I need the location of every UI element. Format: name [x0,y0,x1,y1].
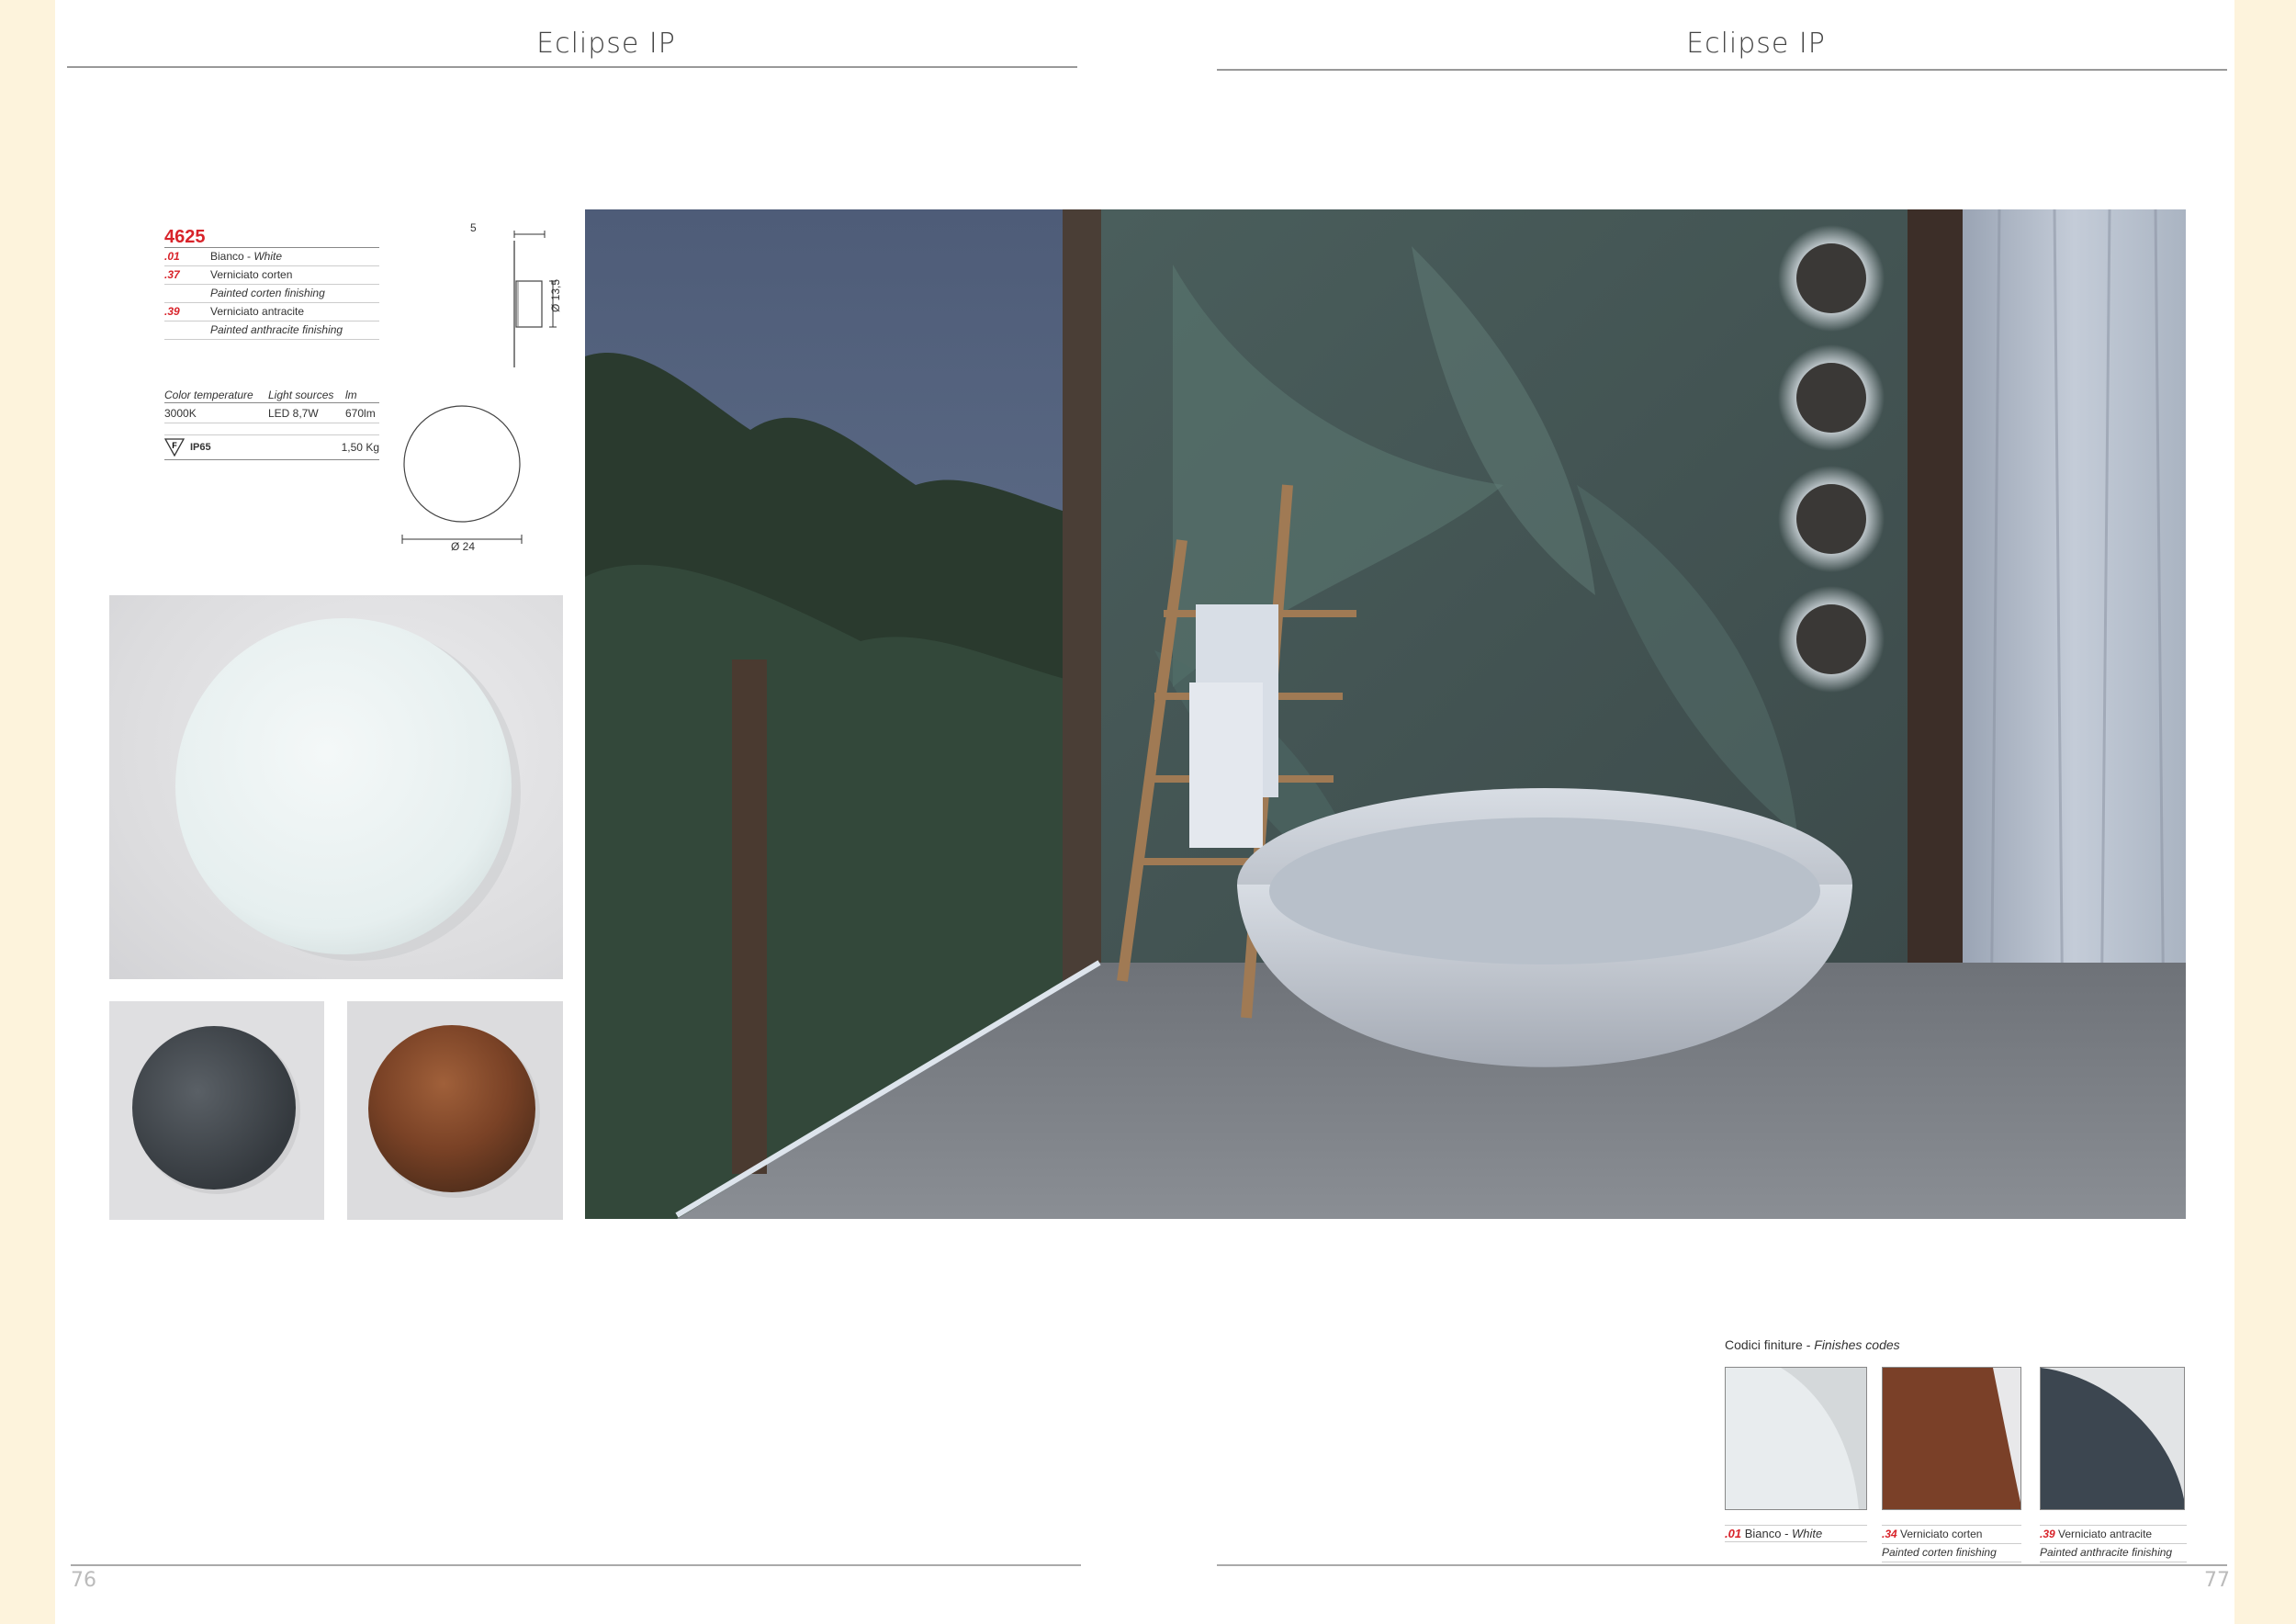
col-light-sources: Light sources [268,389,334,401]
product-spec-table: 4625 .01 Bianco - White .37 Verniciato c… [164,228,379,340]
finish-label-corten: .34 Verniciato corten Painted corten fin… [1882,1525,2021,1562]
technical-value-row: 3000K LED 8,7W 670lm [164,403,379,423]
white-lamp-photo [109,595,563,979]
finish-row: Painted corten finishing [164,285,379,303]
anthracite-lamp-photo [109,1001,324,1220]
finish-en: Painted anthracite finishing [210,323,343,336]
finish-label-white: .01 Bianco - White [1725,1525,1867,1542]
right-page-number: 77 [2204,1569,2230,1592]
finish-code: .39 [164,305,180,318]
corten-lamp-photo [347,1001,563,1220]
f-mark-icon: F [164,438,185,457]
left-page-number: 76 [71,1569,96,1592]
height-dimension: Ø 13,5 [549,278,562,312]
technical-header-row: Color temperature Light sources lm [164,387,379,403]
finish-en: White [253,250,283,263]
depth-dimension: 5 [470,221,477,234]
finish-it: Verniciato antracite [210,305,305,318]
finish-row: .39 Verniciato antracite [164,303,379,321]
finish-row: .01 Bianco - White [164,248,379,266]
right-header-rule [1217,69,2227,71]
white-disc [175,618,521,961]
left-header-rule [67,66,1077,68]
left-footer-rule [71,1564,1081,1566]
svg-text:F: F [172,441,177,450]
col-lm: lm [345,389,357,401]
finish-code: .37 [164,268,180,281]
col-color-temperature: Color temperature [164,389,253,401]
finish-label-anthracite: .39 Verniciato antracite Painted anthrac… [2040,1525,2187,1562]
product-code: 4625 [164,228,379,248]
finish-row: Painted anthracite finishing [164,321,379,340]
finish-code [164,285,210,302]
finish-it: Verniciato corten [210,268,293,281]
finish-code [164,321,210,339]
finish-swatch-anthracite [2040,1367,2185,1510]
value-lm: 670lm [345,407,376,420]
right-footer-rule [1217,1564,2227,1566]
technical-table: Color temperature Light sources lm 3000K… [164,387,379,460]
finish-swatch-white [1725,1367,1867,1510]
diameter-dimension: Ø 24 [451,540,476,553]
left-page-title: Eclipse IP [536,28,676,60]
finish-swatch-corten [1882,1367,2021,1510]
finish-code: .01 [164,250,180,263]
catalog-spread: Eclipse IP Eclipse IP 4625 .01 Bianco - … [55,0,2234,1624]
ip-rating: IP65 [190,442,211,453]
front-view-drawing [401,405,523,544]
value-light-sources: LED 8,7W [268,407,319,420]
finishes-codes-title: Codici finiture - Finishes codes [1725,1337,1900,1352]
finish-it: Bianco - [210,250,254,263]
finish-row: .37 Verniciato corten [164,266,379,285]
right-page-title: Eclipse IP [1686,28,1826,60]
weight: 1,50 Kg [341,441,379,454]
value-color-temperature: 3000K [164,407,197,420]
certification-row: F IP65 1,50 Kg [164,434,379,460]
finish-en: Painted corten finishing [210,287,325,299]
bathroom-ambient-photo [585,209,2186,1219]
